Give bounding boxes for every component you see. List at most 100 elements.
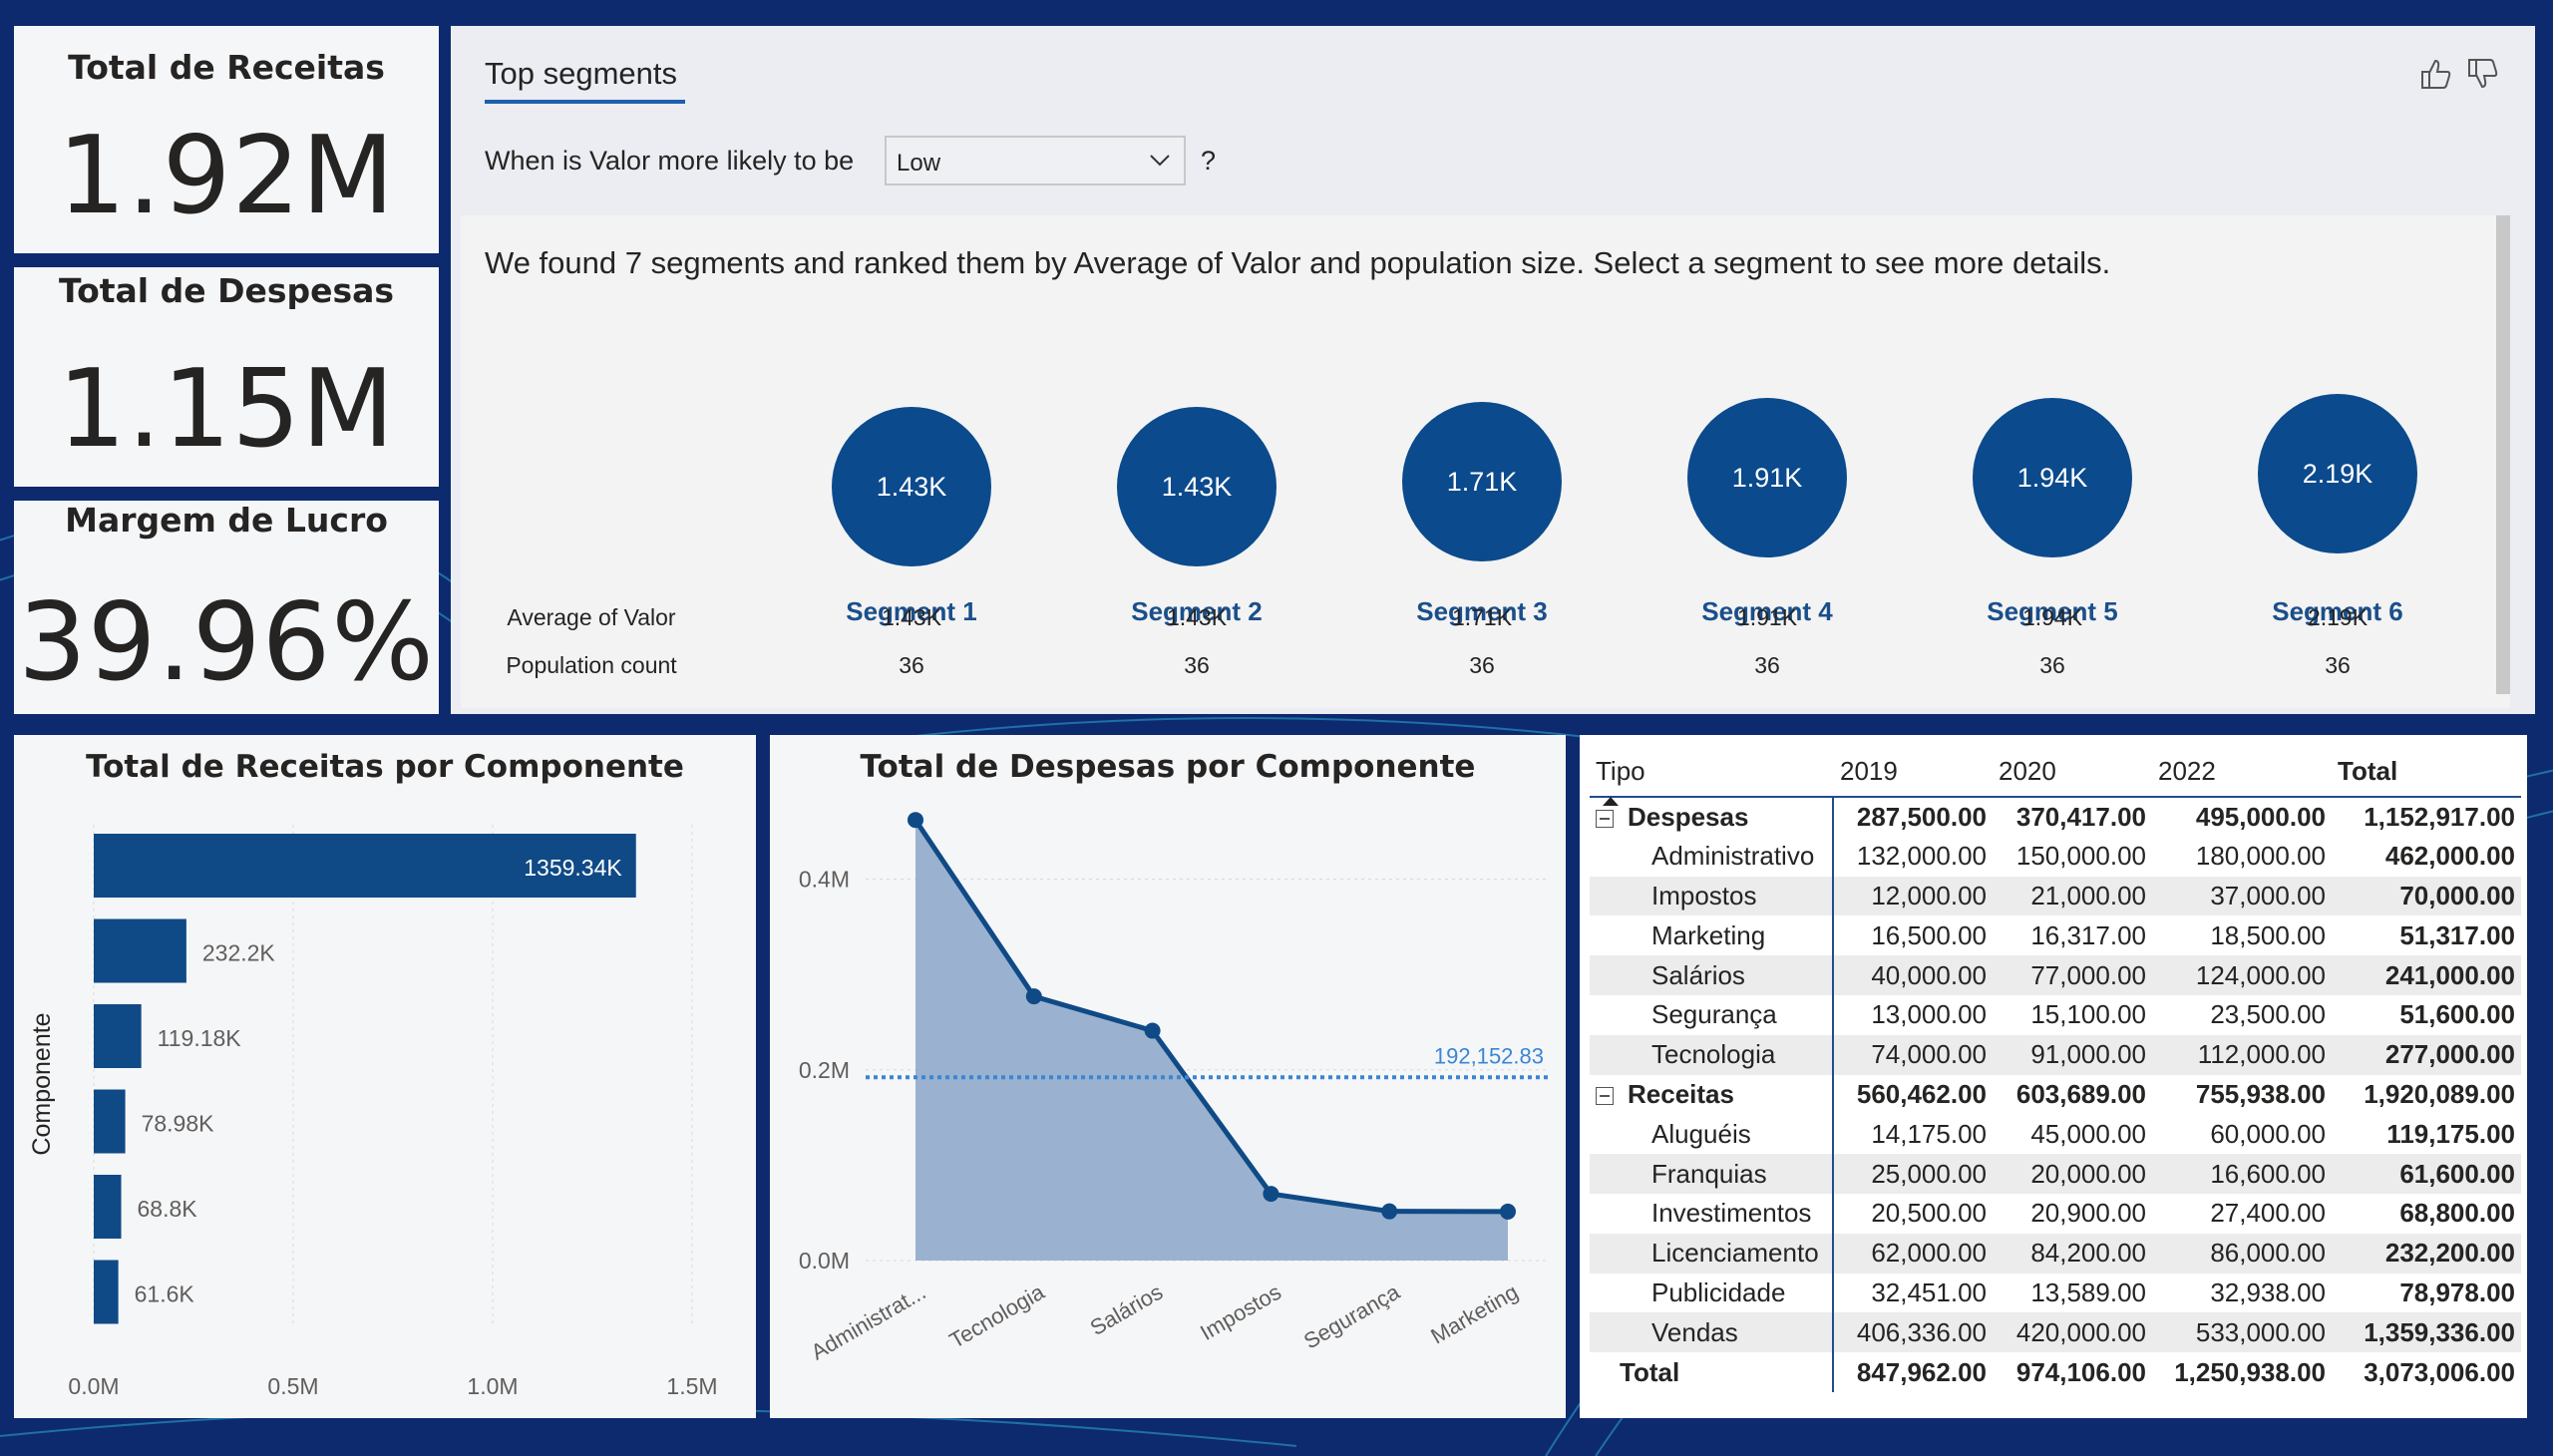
segment-bubble[interactable]: 1.43K	[1117, 407, 1276, 566]
row-label: Franquias	[1590, 1154, 1834, 1194]
data-point[interactable]	[908, 812, 923, 829]
table-cell: 60,000.00	[2210, 1118, 2326, 1149]
question-label: When is Valor more likely to be	[485, 146, 855, 176]
table-row[interactable]: Licenciamento 62,000.00 84,200.00 86,000.00…	[1590, 1233, 2521, 1274]
bar[interactable]	[94, 918, 186, 983]
segment-5[interactable]: 1.94K Segment 5 1.94K 36	[1953, 398, 2152, 678]
segment-bubble[interactable]: 1.91K	[1687, 398, 1847, 557]
table-cell: 45,000.00	[2030, 1118, 2146, 1149]
table-row[interactable]: Investimentos 20,500.00 20,900.00 27,400.00…	[1590, 1193, 2521, 1234]
table-cell: 16,500.00	[1871, 919, 1987, 950]
y-tick-label: 0.4M	[799, 867, 850, 893]
table-cell: 124,000.00	[2152, 955, 2332, 995]
table-cell: 287,500.00	[1856, 801, 1987, 832]
table-row[interactable]: Aluguéis 14,175.00 45,000.00 60,000.00 119,1…	[1590, 1114, 2521, 1155]
table-row[interactable]: Franquias 25,000.00 20,000.00 16,600.00 61,6…	[1590, 1154, 2521, 1194]
row-label-text: Tecnologia	[1651, 1039, 1776, 1070]
bar[interactable]	[94, 1260, 119, 1324]
table-cell: 20,900.00	[2030, 1198, 2146, 1229]
table-cell: 51,600.00	[2399, 999, 2515, 1030]
segment-population: 36	[1184, 652, 1210, 678]
row-label-text: Salários	[1651, 959, 1745, 990]
segment-1[interactable]: 1.43K Segment 1 1.43K 36	[812, 407, 1011, 678]
tab-top-segments[interactable]: Top segments	[485, 56, 677, 92]
row-label: Tecnologia	[1590, 1034, 1834, 1075]
data-table: Tipo 2019 2020 2022 Total Despesas 287,50…	[1590, 747, 2521, 1392]
row-label: Impostos	[1590, 876, 1834, 916]
table-row[interactable]: Administrativo 132,000.00 150,000.00 180,00…	[1590, 836, 2521, 877]
segment-population: 36	[2039, 652, 2065, 678]
table-total-row[interactable]: Total 847,962.00 974,106.00 1,250,938.00 3,0…	[1590, 1352, 2521, 1392]
area-chart-svg: 0.0M 0.2M 0.4M 192,152.83 Administrat... Tecn…	[799, 812, 1550, 1365]
segment-bubble[interactable]: 1.43K	[832, 407, 991, 566]
scrollbar[interactable]	[2496, 215, 2510, 694]
data-point[interactable]	[1144, 1022, 1161, 1039]
data-point[interactable]	[1500, 1203, 1516, 1220]
row-label: Aluguéis	[1590, 1114, 1834, 1155]
kpi-value: 39.96%	[18, 580, 435, 705]
value-dropdown[interactable]: Low	[885, 136, 1186, 185]
bar[interactable]	[94, 1004, 142, 1068]
table-group-row[interactable]: Despesas 287,500.00 370,417.00 495,000.00 1,…	[1590, 797, 2521, 837]
table-group-row[interactable]: Receitas 560,462.00 603,689.00 755,938.00 1,…	[1590, 1074, 2521, 1115]
table-cell: 755,938.00	[2195, 1078, 2326, 1109]
table-cell: 13,000.00	[1871, 999, 1987, 1030]
header-2019[interactable]: 2019	[1833, 747, 1993, 798]
row-label-text: Segurança	[1651, 999, 1777, 1030]
table-cell: 3,073,006.00	[2364, 1356, 2515, 1387]
data-point[interactable]	[1381, 1203, 1398, 1220]
collapse-icon[interactable]	[1596, 1087, 1614, 1106]
table-cell: 13,589.00	[2030, 1276, 2146, 1307]
segment-average: 2.19K	[2307, 604, 2369, 630]
table-row[interactable]: Salários 40,000.00 77,000.00 124,000.00 241,…	[1590, 955, 2521, 995]
table-row[interactable]: Publicidade 32,451.00 13,589.00 32,938.00 78…	[1590, 1273, 2521, 1313]
collapse-icon[interactable]	[1596, 810, 1614, 829]
table-row[interactable]: Tecnologia 74,000.00 91,000.00 112,000.00 27…	[1590, 1034, 2521, 1075]
header-2020[interactable]: 2020	[1993, 747, 2152, 798]
x-tick-label: 1.5M	[666, 1373, 717, 1399]
data-point[interactable]	[1263, 1186, 1279, 1203]
header-total[interactable]: Total	[2332, 747, 2521, 798]
row-label-text: Investimentos	[1651, 1198, 1812, 1229]
table-cell: 119,175.00	[2386, 1118, 2515, 1149]
thumbs-down-icon[interactable]	[2465, 56, 2501, 92]
table-cell: 1,152,917.00	[2364, 801, 2515, 832]
header-2022[interactable]: 2022	[2152, 747, 2332, 798]
segments-area: We found 7 segments and ranked them by A…	[461, 215, 2510, 708]
segment-2[interactable]: 1.43K Segment 2 1.43K 36	[1097, 407, 1296, 678]
segment-bubble[interactable]: 1.94K	[1973, 398, 2132, 557]
kpi-card-revenue: Total de Receitas 1.92M	[14, 26, 439, 253]
header-tipo[interactable]: Tipo	[1590, 747, 1834, 806]
kpi-title: Total de Despesas	[58, 271, 395, 310]
table-cell: 603,689.00	[2015, 1078, 2146, 1109]
bar[interactable]	[94, 1175, 122, 1239]
segment-4[interactable]: 1.91K Segment 4 1.91K 36	[1667, 398, 1867, 678]
row-label-text: Aluguéis	[1651, 1118, 1751, 1149]
row-label: Marketing	[1590, 915, 1834, 956]
segment-average: 1.91K	[1736, 604, 1798, 630]
segment-3[interactable]: 1.71K Segment 3 1.71K 36	[1382, 402, 1582, 678]
segment-bubble[interactable]: 1.71K	[1402, 402, 1562, 561]
kpi-title: Margem de Lucro	[65, 501, 388, 540]
segments-description: We found 7 segments and ranked them by A…	[485, 245, 2111, 280]
x-tick-label: 1.0M	[467, 1373, 518, 1399]
table-cell: 68,800.00	[2399, 1198, 2515, 1229]
segment-population: 36	[2325, 652, 2351, 678]
data-point[interactable]	[1025, 988, 1042, 1005]
segment-bubble[interactable]: 2.19K	[2258, 394, 2417, 553]
segment-6[interactable]: 2.19K Segment 6 2.19K 36	[2238, 394, 2437, 678]
segment-average: 1.94K	[2021, 604, 2083, 630]
table-row[interactable]: Marketing 16,500.00 16,317.00 18,500.00 51,3…	[1590, 915, 2521, 956]
table-row[interactable]: Impostos 12,000.00 21,000.00 37,000.00 70,00…	[1590, 876, 2521, 916]
bar-value-label: 68.8K	[138, 1196, 198, 1222]
table-row[interactable]: Vendas 406,336.00 420,000.00 533,000.00 1,35…	[1590, 1312, 2521, 1353]
table-row[interactable]: Segurança 13,000.00 15,100.00 23,500.00 51,6…	[1590, 994, 2521, 1035]
table-cell: 77,000.00	[1993, 955, 2152, 995]
row-label-text: Administrativo	[1651, 841, 1815, 872]
kpi-value: 1.15M	[57, 347, 396, 472]
thumbs-up-icon[interactable]	[2418, 56, 2454, 92]
table-cell: 150,000.00	[2015, 841, 2146, 872]
table-cell: 37,000.00	[2152, 876, 2332, 916]
bar[interactable]	[94, 1089, 126, 1154]
dropdown-value: Low	[897, 150, 941, 177]
